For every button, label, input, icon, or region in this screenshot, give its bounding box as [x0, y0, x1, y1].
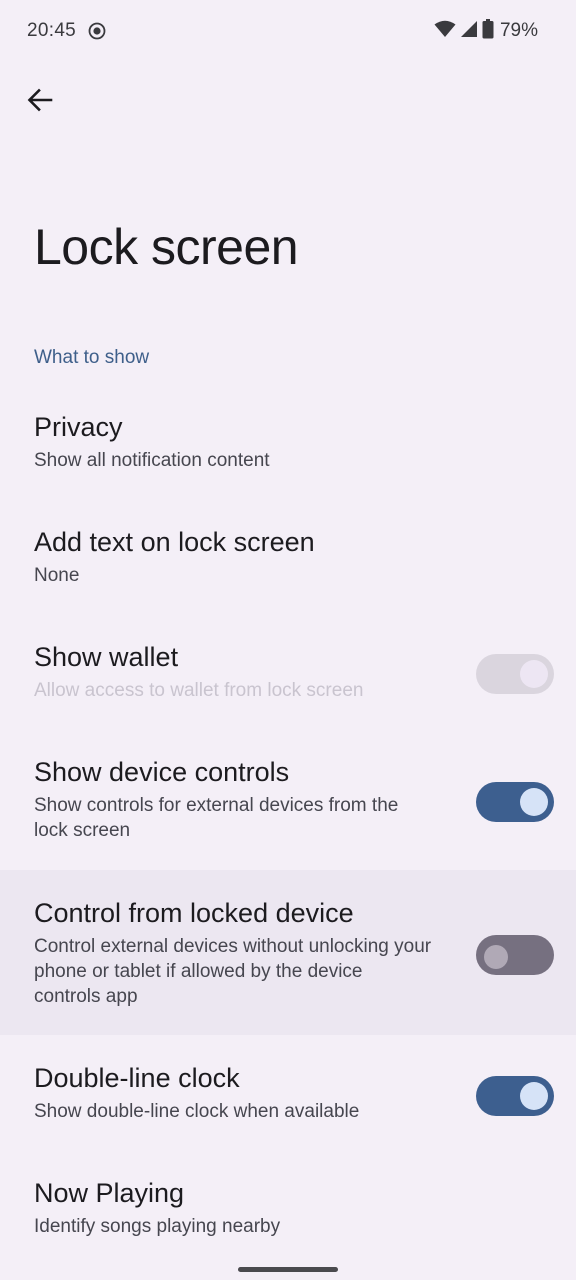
- show-wallet-toggle: [476, 654, 554, 694]
- setting-summary: Show controls for external devices from …: [34, 795, 399, 841]
- status-time: 20:45: [27, 20, 77, 41]
- setting-title: Control from locked device: [34, 898, 354, 928]
- battery-percent: 79%: [499, 20, 538, 41]
- toggle-knob: [520, 788, 548, 816]
- cell-signal-icon: [460, 20, 478, 43]
- toggle-knob: [520, 1082, 548, 1110]
- setting-summary: Control external devices without unlocki…: [34, 936, 432, 1007]
- setting-summary: Show double-line clock when available: [34, 1101, 360, 1122]
- wifi-icon: [434, 20, 456, 43]
- back-button[interactable]: [20, 82, 60, 122]
- control-from-locked-device-toggle[interactable]: [476, 935, 554, 975]
- setting-add-text-on-lock-screen[interactable]: Add text on lock screen None: [0, 525, 576, 588]
- setting-title: Add text on lock screen: [34, 527, 315, 557]
- setting-summary: Allow access to wallet from lock screen: [34, 680, 364, 701]
- section-header: What to show: [34, 347, 150, 368]
- setting-now-playing[interactable]: Now Playing Identify songs playing nearb…: [0, 1176, 576, 1239]
- status-icons: 79%: [434, 18, 538, 44]
- setting-title: Privacy: [34, 412, 123, 442]
- screen-record-icon: [88, 22, 106, 40]
- battery-icon: [482, 18, 494, 44]
- show-device-controls-toggle[interactable]: [476, 782, 554, 822]
- back-arrow-icon: [27, 87, 53, 118]
- setting-summary: None: [34, 565, 80, 586]
- toggle-knob: [520, 660, 548, 688]
- setting-title: Now Playing: [34, 1178, 185, 1208]
- gesture-nav-handle[interactable]: [238, 1267, 338, 1272]
- setting-summary: Show all notification content: [34, 450, 270, 471]
- double-line-clock-toggle[interactable]: [476, 1076, 554, 1116]
- setting-summary: Identify songs playing nearby: [34, 1216, 281, 1237]
- setting-privacy[interactable]: Privacy Show all notification content: [0, 410, 576, 473]
- status-bar: 20:45 79%: [0, 0, 576, 64]
- page-title: Lock screen: [34, 219, 299, 275]
- toggle-knob: [484, 945, 508, 969]
